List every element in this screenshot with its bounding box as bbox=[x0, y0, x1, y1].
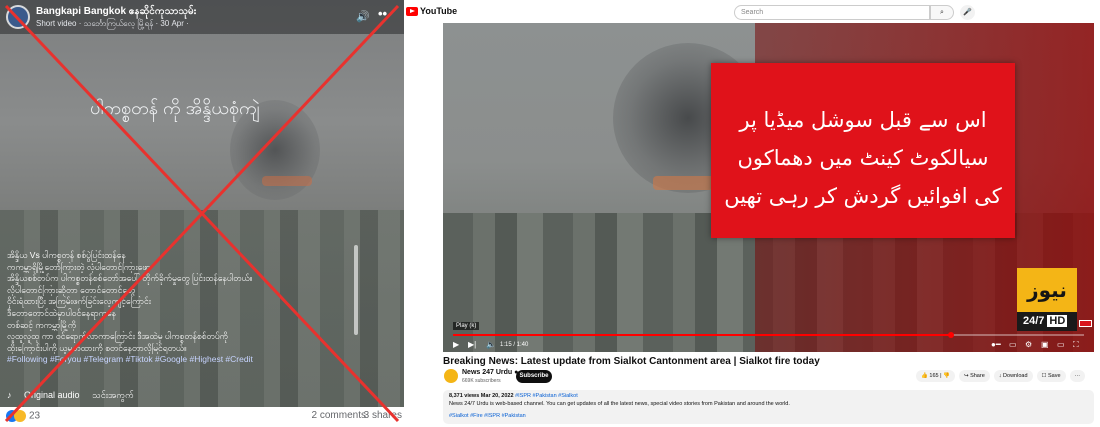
video-overlay-headline: ပါကစ္စတန် ကို အိန္ဒိယစုံကျဲ bbox=[90, 98, 260, 118]
miniplayer-icon[interactable]: ▣ bbox=[1041, 338, 1049, 352]
comments-count[interactable]: 2 comments bbox=[312, 410, 366, 421]
thumbs-down-icon[interactable]: 👎 bbox=[943, 373, 950, 379]
urdu-headline: اس سے قبل سوشل میڈیا پر سیالکوٹ کینٹ میں… bbox=[724, 108, 1002, 208]
more-options-icon[interactable]: •• bbox=[378, 6, 387, 21]
fire-glow bbox=[262, 176, 312, 186]
search-input[interactable]: Search bbox=[734, 5, 930, 20]
description-text: News 24/7 Urdu is web-based channel. You… bbox=[449, 401, 790, 407]
caption-line: အိန္ဒိယ Vs ပါကစ္စတန် စစ်ပွဲပြင်းထန်နေ bbox=[7, 250, 126, 260]
caption-line: အိန္ဒိယစစ်တပ်က ပါကစ္စတန်စစ်တော်အပေါ် တို… bbox=[7, 273, 253, 284]
channel-avatar[interactable] bbox=[444, 369, 458, 383]
download-icon: ↓ bbox=[998, 373, 1002, 379]
news-logo-number: 24/7 bbox=[1023, 315, 1045, 327]
news-logo-urdu: نیوز bbox=[1017, 268, 1077, 312]
description-stats: 8,371 views Mar 20, 2022 #ISPR #Pakistan… bbox=[449, 393, 1088, 399]
subtitles-icon[interactable]: ▭ bbox=[1009, 338, 1017, 352]
thumbs-up-icon: 👍 bbox=[921, 373, 928, 379]
facebook-post-header: Bangkapi Bangkok ဧနဆိုင်ကုသာသုမ်း Short … bbox=[0, 0, 404, 34]
hd-badge: HD bbox=[1047, 315, 1068, 327]
download-button[interactable]: ↓ Download bbox=[993, 370, 1033, 382]
page-avatar[interactable] bbox=[6, 5, 30, 29]
channel-name[interactable]: News 247 Urdu ● bbox=[462, 369, 518, 376]
audio-icon: ♪ bbox=[7, 390, 12, 400]
play-tooltip: Play (k) bbox=[453, 322, 480, 330]
youtube-logo-text: YouTube bbox=[420, 6, 458, 16]
facebook-video[interactable]: Bangkapi Bangkok ဧနဆိုင်ကုသာသုမ်း Short … bbox=[0, 0, 404, 407]
time-display: 1:15 / 1:40 bbox=[500, 342, 529, 348]
share-button[interactable]: ↪ Share bbox=[958, 370, 990, 382]
more-actions-button[interactable]: ··· bbox=[1069, 370, 1086, 382]
caption-line: ဒီတောတောင်ထဲမှာပါဝင်နေရာကနေ bbox=[7, 307, 117, 318]
post-meta: Short video · သင်္ဘောကြယ်လေ့ မြို့ရန် · … bbox=[36, 19, 189, 28]
reactions[interactable]: 23 bbox=[6, 410, 40, 422]
youtube-page: YouTube Search ⌕ 🎤 اس سے قبل سوشل میڈیا … bbox=[404, 0, 1100, 427]
description-stats-tags[interactable]: #ISPR #Pakistan #Sialkot bbox=[515, 393, 578, 399]
audio-channel: သင်းအကွက် bbox=[92, 390, 134, 400]
caption-line: ကကမ္ဘာရှိမြို့တော်ကြားတဲ့ လုံပါတောင်ကြား… bbox=[7, 261, 151, 272]
share-icon: ↪ bbox=[963, 373, 969, 379]
wow-reaction-icon bbox=[14, 410, 26, 422]
description-stats-text: 8,371 views Mar 20, 2022 bbox=[449, 393, 514, 399]
video-description[interactable]: 8,371 views Mar 20, 2022 #ISPR #Pakistan… bbox=[443, 390, 1094, 424]
caption-line: ဝိုင်းရံထားပြီး အကြမ်းဖက်ခြင်းလေ့ကျင့်ကြ… bbox=[7, 296, 151, 307]
news-247-logo: نیوز 24/7 HD bbox=[1017, 268, 1077, 331]
youtube-play-icon bbox=[406, 6, 418, 16]
subscriber-count: 669K subscribers bbox=[462, 378, 501, 384]
next-icon[interactable]: ▶| bbox=[468, 338, 476, 352]
autoplay-toggle-icon[interactable]: ●━ bbox=[991, 338, 1001, 352]
theater-mode-icon[interactable]: ▭ bbox=[1057, 338, 1065, 352]
corner-badge bbox=[1079, 320, 1092, 327]
save-button[interactable]: ☐ Save bbox=[1036, 370, 1066, 382]
subscribe-button[interactable]: Subscribe bbox=[516, 370, 552, 383]
page-name[interactable]: Bangkapi Bangkok ဧနဆိုင်ကုသာသုမ်း bbox=[36, 4, 196, 19]
caption-line: ထိုးကြောင်းပါကို ယူမှတ်ထားကို စတင်နေတာလိ… bbox=[7, 342, 187, 353]
reaction-count: 23 bbox=[29, 410, 41, 422]
search-icon[interactable]: ⌕ bbox=[930, 5, 954, 20]
facebook-post: Bangkapi Bangkok ဧနဆိုင်ကုသာသုမ်း Short … bbox=[0, 0, 404, 427]
caption-scrollbar[interactable] bbox=[354, 245, 358, 335]
like-count: 165 bbox=[929, 373, 939, 379]
sound-icon[interactable]: 🔊 bbox=[356, 10, 370, 23]
play-icon[interactable]: ▶ bbox=[453, 338, 459, 352]
download-label: Download bbox=[1003, 373, 1028, 379]
audio-label: Original audio bbox=[24, 390, 80, 400]
settings-gear-icon[interactable]: ⚙ bbox=[1025, 338, 1032, 352]
volume-icon[interactable]: 🔈 bbox=[486, 338, 496, 352]
urdu-headline-box: اس سے قبل سوشل میڈیا پر سیالکوٹ کینٹ میں… bbox=[711, 63, 1015, 238]
video-title: Breaking News: Latest update from Sialko… bbox=[443, 356, 820, 367]
video-player[interactable]: اس سے قبل سوشل میڈیا پر سیالکوٹ کینٹ میں… bbox=[443, 23, 1094, 352]
progress-bar[interactable] bbox=[453, 332, 1084, 338]
fullscreen-icon[interactable]: ⛶ bbox=[1073, 338, 1079, 352]
caption-line: လူထူလူထု ကာ ဝင်ရောက်လာကာကြောင်း ဒီအထဲမှ … bbox=[7, 331, 228, 342]
save-label: Save bbox=[1047, 373, 1061, 379]
share-label: Share bbox=[970, 373, 985, 379]
save-icon: ☐ bbox=[1041, 373, 1047, 379]
progress-fill bbox=[453, 334, 952, 336]
video-actions: 👍 165 | 👎 ↪ Share ↓ Download ☐ Save ··· bbox=[916, 370, 1086, 382]
youtube-logo[interactable]: YouTube bbox=[406, 6, 457, 16]
description-hashtags[interactable]: #Sialkot #Fire #ISPR #Pakistan bbox=[449, 413, 1088, 419]
facebook-post-footer: 23 2 comments 3 shares bbox=[0, 407, 404, 427]
audio-attribution[interactable]: ♪ Original audio သင်းအကွက် bbox=[7, 390, 144, 403]
caption-hashtags[interactable]: #Following #Foryou #Telegram #Tiktok #Go… bbox=[7, 354, 357, 366]
news-logo-247: 24/7 HD bbox=[1017, 312, 1077, 331]
like-button[interactable]: 👍 165 | 👎 bbox=[916, 370, 955, 382]
player-controls: ▶ ▶| 🔈 1:15 / 1:40 ●━ ▭ ⚙ ▣ ▭ ⛶ bbox=[443, 338, 1094, 352]
channel-name-text: News 247 Urdu bbox=[462, 369, 513, 376]
video-caption: အိန္ဒိယ Vs ပါကစ္စတန် စစ်ပွဲပြင်းထန်နေ ကက… bbox=[7, 250, 357, 366]
shares-count[interactable]: 3 shares bbox=[364, 410, 402, 421]
caption-line: တစ်ဆင့် ကကမ္ဘာမြို့ကို bbox=[7, 319, 77, 330]
microphone-icon[interactable]: 🎤 bbox=[960, 5, 975, 20]
caption-line: လိုပါတောင်ကြားဆိုတာ တောင်တောင်တွေ bbox=[7, 284, 136, 295]
